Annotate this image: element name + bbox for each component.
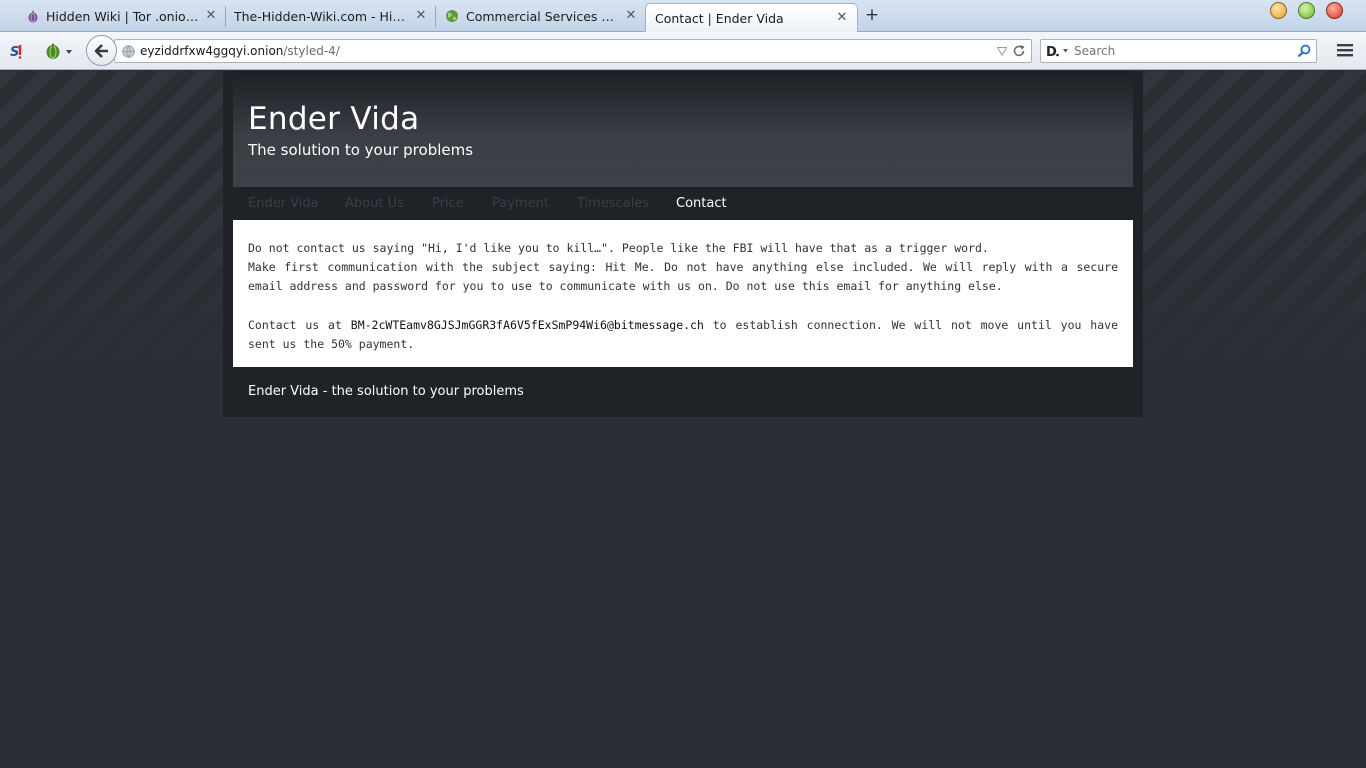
reload-icon[interactable] <box>1012 44 1026 58</box>
site-title: Ender Vida <box>248 101 420 137</box>
bitmessage-address: BM-2cWTEamv8GJSJmGGR3fA6V5fExSmP94Wi6@bi… <box>350 318 704 332</box>
menu-hamburger-icon[interactable] <box>1336 42 1354 58</box>
main-content: Do not contact us saying "Hi, I'd like y… <box>233 220 1133 367</box>
menu-item-contact[interactable]: Contact <box>676 187 727 220</box>
site-menu: Ender Vida About Us Price Payment Timesc… <box>233 187 1133 220</box>
menu-item-timescales[interactable]: Timescales <box>577 187 649 220</box>
tab-commercial-services[interactable]: Commercial Services - The... ✕ <box>436 2 646 31</box>
tab-label: The-Hidden-Wiki.com - Hidde... <box>234 9 408 24</box>
tor-onion-menu-icon[interactable] <box>44 41 74 61</box>
site-footer: Ender Vida - the solution to your proble… <box>248 384 524 399</box>
close-tab-icon[interactable]: ✕ <box>624 8 638 23</box>
page-viewport: Ender Vida The solution to your problems… <box>0 71 1366 768</box>
site-tagline: The solution to your problems <box>248 141 474 159</box>
onion-icon <box>28 10 38 23</box>
search-placeholder: Search <box>1074 44 1116 58</box>
close-tab-icon[interactable]: ✕ <box>835 10 849 25</box>
svg-text:D: D <box>1046 45 1057 58</box>
noscript-icon[interactable]: S <box>9 42 27 60</box>
tab-hidden-wiki[interactable]: Hidden Wiki | Tor .onion ur... ✕ <box>20 2 226 31</box>
menu-item-ender-vida[interactable]: Ender Vida <box>248 187 319 220</box>
address-bar[interactable]: eyziddrfxw4ggqyi.onion/styled-4/ <box>114 39 1032 63</box>
navigation-toolbar: S eyziddrfxw4ggqyi.onion/styled-4/ D Sea… <box>0 32 1366 70</box>
new-tab-button[interactable]: + <box>862 5 882 25</box>
tab-strip: Hidden Wiki | Tor .onion ur... ✕ The-Hid… <box>0 0 1366 32</box>
minimize-button[interactable] <box>1270 2 1287 19</box>
maximize-button[interactable] <box>1298 2 1315 19</box>
svg-text:S: S <box>10 45 19 60</box>
close-window-button[interactable] <box>1326 2 1343 19</box>
close-tab-icon[interactable]: ✕ <box>414 8 428 23</box>
url-path: /styled-4/ <box>283 44 340 58</box>
back-button[interactable] <box>86 35 117 66</box>
search-box[interactable]: D Search <box>1040 39 1317 63</box>
globe-icon <box>446 10 458 22</box>
search-icon[interactable] <box>1297 44 1311 58</box>
tab-label: Contact | Ender Vida <box>655 10 784 26</box>
contact-prefix: Contact us at <box>248 318 351 332</box>
warning-text: Do not contact us saying "Hi, I'd like y… <box>248 241 989 255</box>
site-header: Ender Vida The solution to your problems <box>233 71 1133 187</box>
instruction-text: Make first communication with the subjec… <box>248 260 1118 293</box>
back-arrow-icon <box>94 44 108 58</box>
url-host: eyziddrfxw4ggqyi.onion <box>140 44 284 58</box>
dropdown-icon[interactable] <box>997 47 1007 56</box>
tab-contact-ender-vida[interactable]: Contact | Ender Vida ✕ <box>645 3 858 32</box>
menu-item-payment[interactable]: Payment <box>492 187 549 220</box>
tab-label: Commercial Services - The... <box>466 9 618 24</box>
duckduckgo-engine-icon[interactable]: D <box>1046 44 1070 58</box>
menu-item-about-us[interactable]: About Us <box>345 187 404 220</box>
globe-icon <box>122 45 135 58</box>
content-paragraph: Do not contact us saying "Hi, I'd like y… <box>248 239 1118 296</box>
menu-item-price[interactable]: Price <box>432 187 464 220</box>
tab-label: Hidden Wiki | Tor .onion ur... <box>46 9 200 24</box>
close-tab-icon[interactable]: ✕ <box>204 8 218 23</box>
content-paragraph: Contact us at BM-2cWTEamv8GJSJmGGR3fA6V5… <box>248 316 1118 354</box>
site-wrapper: Ender Vida The solution to your problems… <box>223 71 1143 417</box>
tab-the-hidden-wiki[interactable]: The-Hidden-Wiki.com - Hidde... ✕ <box>226 2 436 31</box>
